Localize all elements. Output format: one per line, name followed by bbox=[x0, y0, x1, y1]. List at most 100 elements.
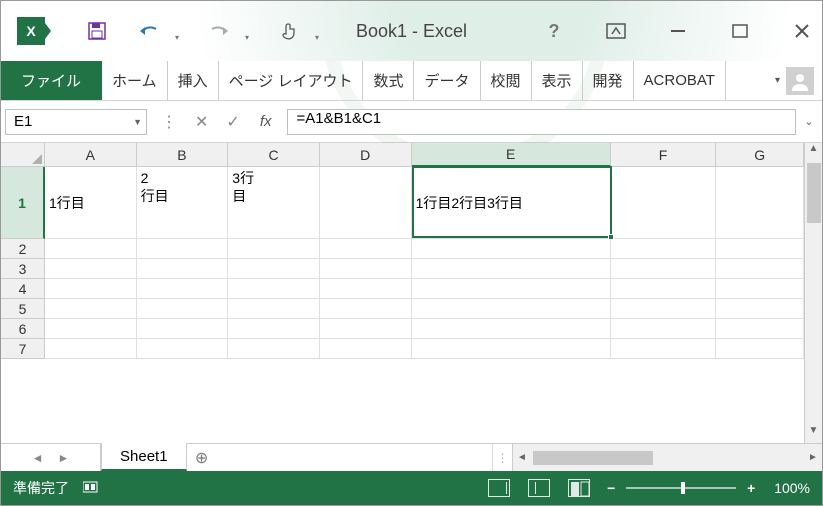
cell[interactable] bbox=[320, 319, 412, 339]
ribbon-options-icon[interactable]: ▾ bbox=[775, 75, 780, 86]
cell[interactable]: 1行目 bbox=[45, 167, 137, 239]
cell[interactable] bbox=[716, 259, 804, 279]
column-headers[interactable]: ABCDEFG bbox=[45, 143, 804, 167]
row-header[interactable]: 4 bbox=[1, 279, 45, 299]
tab-page-layout[interactable]: ページ レイアウト bbox=[219, 61, 364, 100]
horizontal-scrollbar[interactable]: ◄ ► bbox=[512, 444, 822, 471]
zoom-in-icon[interactable]: + bbox=[744, 480, 758, 496]
cell[interactable] bbox=[611, 339, 717, 359]
cell[interactable] bbox=[228, 339, 320, 359]
column-header[interactable]: E bbox=[412, 143, 611, 167]
view-normal-icon[interactable] bbox=[488, 479, 510, 497]
cell[interactable] bbox=[228, 299, 320, 319]
column-header[interactable]: G bbox=[716, 143, 804, 167]
minimize-icon[interactable] bbox=[666, 19, 690, 43]
cell[interactable] bbox=[412, 279, 611, 299]
cell[interactable] bbox=[716, 339, 804, 359]
formula-grip-icon[interactable]: ⋮ bbox=[157, 112, 181, 132]
view-page-break-icon[interactable] bbox=[568, 479, 590, 497]
vertical-scroll-thumb[interactable] bbox=[807, 163, 821, 223]
cell[interactable] bbox=[716, 279, 804, 299]
cell[interactable] bbox=[45, 339, 137, 359]
redo-dropdown-icon[interactable]: ▾ bbox=[245, 33, 249, 42]
cell[interactable] bbox=[137, 339, 229, 359]
cell[interactable] bbox=[611, 259, 717, 279]
macro-record-icon[interactable] bbox=[83, 480, 101, 497]
zoom-level[interactable]: 100% bbox=[774, 480, 810, 496]
tab-developer[interactable]: 開発 bbox=[583, 61, 634, 100]
name-box[interactable]: E1▼ bbox=[5, 109, 147, 135]
cell[interactable] bbox=[320, 167, 412, 239]
touch-mode-icon[interactable] bbox=[277, 19, 301, 43]
undo-dropdown-icon[interactable]: ▾ bbox=[175, 33, 179, 42]
spreadsheet-grid[interactable]: ABCDEFG 1234567 1行目2 行目3行 目1行目2行目3行目 ▲ ▼ bbox=[1, 143, 822, 443]
cell[interactable] bbox=[716, 319, 804, 339]
name-box-dropdown-icon[interactable]: ▼ bbox=[133, 117, 142, 127]
cell[interactable] bbox=[412, 259, 611, 279]
user-avatar-icon[interactable] bbox=[786, 67, 814, 95]
cell[interactable] bbox=[611, 299, 717, 319]
column-header[interactable]: B bbox=[137, 143, 229, 167]
row-header[interactable]: 7 bbox=[1, 339, 45, 359]
cell[interactable] bbox=[611, 239, 717, 259]
cell[interactable] bbox=[228, 279, 320, 299]
touch-dropdown-icon[interactable]: ▾ bbox=[315, 33, 319, 42]
scroll-left-icon[interactable]: ◄ bbox=[513, 452, 531, 463]
cell[interactable] bbox=[137, 279, 229, 299]
redo-icon[interactable] bbox=[207, 19, 231, 43]
row-headers[interactable]: 1234567 bbox=[1, 167, 45, 443]
cell[interactable] bbox=[412, 299, 611, 319]
accept-formula-icon[interactable]: ✓ bbox=[222, 112, 243, 132]
row-header[interactable]: 2 bbox=[1, 239, 45, 259]
cell[interactable] bbox=[320, 339, 412, 359]
cell[interactable] bbox=[611, 167, 717, 239]
tab-data[interactable]: データ bbox=[414, 61, 480, 100]
cell[interactable] bbox=[228, 239, 320, 259]
zoom-out-icon[interactable]: − bbox=[604, 480, 618, 496]
cell[interactable] bbox=[137, 319, 229, 339]
column-header[interactable]: D bbox=[320, 143, 412, 167]
cell[interactable] bbox=[45, 239, 137, 259]
vertical-scrollbar[interactable]: ▲ ▼ bbox=[804, 143, 822, 443]
column-header[interactable]: F bbox=[611, 143, 717, 167]
select-all-corner[interactable] bbox=[1, 143, 45, 167]
cell[interactable]: 3行 目 bbox=[228, 167, 320, 239]
tab-acrobat[interactable]: ACROBAT bbox=[634, 61, 726, 100]
tab-insert[interactable]: 挿入 bbox=[168, 61, 219, 100]
cell[interactable] bbox=[45, 319, 137, 339]
cells-area[interactable]: 1行目2 行目3行 目1行目2行目3行目 bbox=[45, 167, 804, 443]
cell[interactable] bbox=[611, 319, 717, 339]
row-header[interactable]: 3 bbox=[1, 259, 45, 279]
tab-home[interactable]: ホーム bbox=[102, 61, 168, 100]
cell[interactable] bbox=[412, 239, 611, 259]
cell[interactable] bbox=[137, 299, 229, 319]
scroll-down-icon[interactable]: ▼ bbox=[805, 425, 822, 443]
row-header[interactable]: 1 bbox=[1, 167, 45, 239]
cell[interactable] bbox=[137, 239, 229, 259]
close-icon[interactable] bbox=[790, 19, 814, 43]
help-icon[interactable]: ? bbox=[542, 19, 566, 43]
hscroll-grip-icon[interactable]: ⋮ bbox=[492, 444, 512, 471]
sheet-tab-active[interactable]: Sheet1 bbox=[101, 443, 187, 471]
cell[interactable] bbox=[228, 259, 320, 279]
formula-input[interactable]: =A1&B1&C1 bbox=[287, 109, 796, 135]
cancel-formula-icon[interactable]: ✕ bbox=[191, 112, 212, 132]
cell[interactable] bbox=[45, 259, 137, 279]
cell[interactable] bbox=[611, 279, 717, 299]
row-header[interactable]: 6 bbox=[1, 319, 45, 339]
row-header[interactable]: 5 bbox=[1, 299, 45, 319]
tab-view[interactable]: 表示 bbox=[532, 61, 583, 100]
cell[interactable]: 1行目2行目3行目 bbox=[412, 167, 611, 239]
sheet-next-icon[interactable]: ► bbox=[58, 451, 70, 465]
tab-formulas[interactable]: 数式 bbox=[363, 61, 414, 100]
maximize-icon[interactable] bbox=[728, 19, 752, 43]
formula-expand-icon[interactable]: ⌄ bbox=[800, 115, 818, 128]
tab-file[interactable]: ファイル bbox=[1, 61, 102, 100]
ribbon-display-icon[interactable] bbox=[604, 19, 628, 43]
view-page-layout-icon[interactable] bbox=[528, 479, 550, 497]
undo-icon[interactable] bbox=[137, 19, 161, 43]
zoom-slider[interactable] bbox=[626, 487, 736, 489]
cell[interactable] bbox=[45, 279, 137, 299]
cell[interactable] bbox=[716, 167, 804, 239]
cell[interactable] bbox=[137, 259, 229, 279]
